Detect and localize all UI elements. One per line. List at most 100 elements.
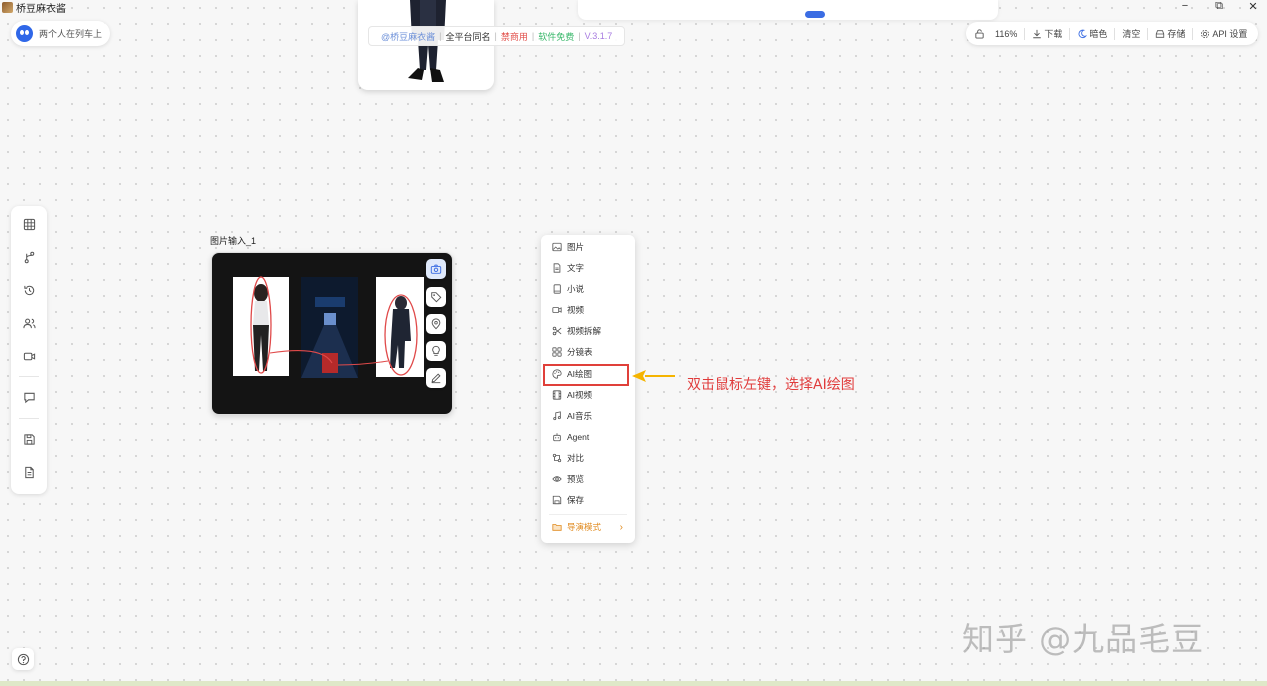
node-upload-button[interactable] [426, 259, 446, 279]
branch-button[interactable] [19, 247, 39, 267]
scissors-icon [552, 326, 562, 336]
folder-icon [552, 524, 562, 531]
node-edit-button[interactable] [426, 368, 446, 388]
zoom-level[interactable]: 116% [995, 29, 1017, 39]
menu-item-label: AI视频 [567, 390, 593, 400]
author-handle: @桥豆麻衣酱 [381, 31, 436, 42]
theme-button[interactable]: 暗色 [1077, 27, 1107, 40]
app-logo-icon [2, 1, 13, 13]
file-button[interactable] [19, 462, 39, 482]
save-button[interactable]: 存储 [1155, 27, 1185, 40]
menu-item-image[interactable]: 图片 [541, 237, 635, 257]
info-banner: @桥豆麻衣酱 | 全平台同名 | 禁商用 | 软件免费 | V.3.1.7 [368, 26, 626, 46]
grid-button[interactable] [19, 214, 39, 234]
menu-item-label: 图片 [567, 242, 585, 252]
menu-item-label: 文字 [567, 263, 585, 273]
menu-item-novel[interactable]: 小说 [541, 279, 635, 299]
users-button[interactable] [19, 313, 39, 333]
watermark: 知乎 @九品毛豆 [962, 620, 1205, 658]
node-location-button[interactable] [426, 314, 446, 334]
banner-separator: | [578, 31, 581, 41]
chat-button[interactable] [19, 387, 39, 407]
annotation-text: 双击鼠标左键，选择AI绘图 [687, 377, 855, 393]
lightbulb-icon [432, 345, 440, 356]
eye-icon [552, 476, 562, 482]
book-icon [553, 284, 561, 294]
menu-item-ai-music[interactable]: AI音乐 [541, 406, 635, 426]
compare-icon [552, 453, 562, 463]
image-icon [552, 242, 562, 252]
menu-item-label: 导演模式 [567, 522, 602, 532]
file-icon [24, 466, 34, 478]
menu-item-label: Agent [567, 432, 590, 442]
no-commercial-text: 禁商用 [500, 31, 528, 42]
window-controls: − ⧉ ✕ [1179, 0, 1259, 13]
menu-item-label: 分镜表 [567, 347, 593, 357]
api-settings-button[interactable]: API 设置 [1200, 27, 1247, 40]
tag-icon [431, 292, 442, 303]
highlight-box [543, 364, 629, 386]
free-text: 软件免费 [538, 31, 575, 42]
menu-item-label: AI音乐 [567, 411, 593, 421]
banner-separator: | [494, 31, 497, 41]
chat-icon [23, 392, 35, 403]
project-name: 两个人在列车上 [39, 29, 103, 39]
chevron-right-icon: › [619, 521, 623, 533]
pin-icon [431, 318, 441, 330]
same-name-text: 全平台同名 [445, 31, 491, 42]
node-tag-button[interactable] [426, 287, 446, 307]
download-label: 下载 [1044, 29, 1063, 39]
save-canvas-button[interactable] [19, 429, 39, 449]
gear-icon [1201, 29, 1210, 38]
top-indicator[interactable] [805, 11, 825, 18]
side-toolbar [11, 206, 47, 494]
doc-icon [553, 263, 561, 273]
video-icon [552, 307, 562, 313]
save-label: 存储 [1167, 29, 1186, 39]
menu-item-label: 小说 [567, 284, 585, 294]
minimize-button[interactable]: − [1179, 0, 1191, 13]
lock-button[interactable] [974, 28, 985, 39]
menu-item-director-mode[interactable]: 导演模式 › [541, 517, 635, 537]
node-idea-button[interactable] [426, 341, 446, 361]
close-button[interactable]: ✕ [1247, 0, 1259, 13]
history-button[interactable] [19, 280, 39, 300]
banner-separator: | [531, 31, 535, 41]
menu-item-compare[interactable]: 对比 [541, 448, 635, 468]
menu-item-label: 对比 [567, 453, 585, 463]
menu-item-preview[interactable]: 预览 [541, 469, 635, 489]
menu-item-agent[interactable]: Agent [541, 427, 635, 447]
video-button[interactable] [19, 346, 39, 366]
lock-icon [975, 29, 984, 39]
grid-icon [23, 218, 35, 230]
menu-item-video-split[interactable]: 视频拆解 [541, 321, 635, 341]
history-icon [23, 285, 34, 295]
image-input-node[interactable] [211, 252, 453, 415]
menu-item-save[interactable]: 保存 [541, 490, 635, 510]
video-icon [23, 352, 35, 360]
avatar [16, 25, 33, 42]
top-panel [578, 0, 998, 20]
menu-item-label: 视频 [567, 305, 585, 315]
download-button[interactable]: 下载 [1032, 27, 1062, 40]
grid-icon [552, 347, 562, 357]
maximize-button[interactable]: ⧉ [1213, 0, 1225, 13]
music-icon [553, 411, 561, 421]
menu-item-storyboard[interactable]: 分镜表 [541, 342, 635, 362]
annotation-arrow-icon [632, 370, 675, 382]
theme-label: 暗色 [1089, 29, 1108, 39]
menu-item-text[interactable]: 文字 [541, 258, 635, 278]
camera-icon [430, 264, 442, 274]
film-icon [552, 390, 562, 400]
robot-icon [553, 433, 561, 442]
save-icon [552, 495, 562, 505]
help-button[interactable] [12, 648, 34, 670]
storage-icon [1156, 29, 1165, 38]
moon-icon [1078, 29, 1088, 38]
node-image-preview [233, 276, 424, 378]
version-text: V.3.1.7 [584, 31, 613, 41]
menu-item-video[interactable]: 视频 [541, 300, 635, 320]
menu-item-ai-video[interactable]: AI视频 [541, 385, 635, 405]
clear-button[interactable]: 清空 [1122, 27, 1140, 40]
project-chip[interactable]: 两个人在列车上 [11, 21, 111, 46]
